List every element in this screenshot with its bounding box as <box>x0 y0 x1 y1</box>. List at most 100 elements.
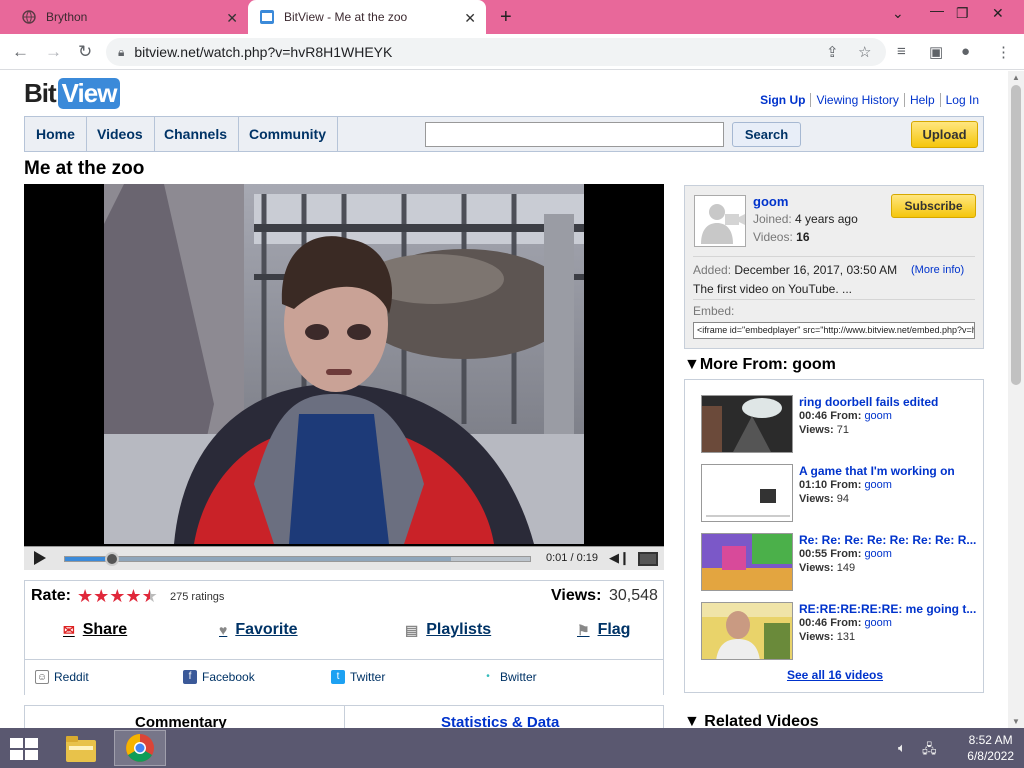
minimize-icon[interactable]: — <box>930 2 944 18</box>
video-title-link[interactable]: A game that I'm working on <box>799 464 981 478</box>
video-title-link[interactable]: RE:RE:RE:RE:RE: me going t... <box>799 602 981 616</box>
chevron-down-icon[interactable]: ⌄ <box>892 5 904 22</box>
tab-commentary[interactable]: Commentary <box>135 714 227 728</box>
nav-videos[interactable]: Videos <box>86 117 155 151</box>
tab-bitview[interactable]: BitView - Me at the zoo ✕ <box>248 0 486 34</box>
star-icon[interactable]: ★ <box>77 586 93 606</box>
video-frame[interactable] <box>104 184 584 544</box>
related-videos-heading[interactable]: ▼ Related Videos <box>684 713 819 728</box>
video-thumbnail[interactable] <box>701 464 793 522</box>
logo-bit-text: Bit <box>24 77 57 108</box>
menu-dots-icon[interactable]: ⋮ <box>996 43 1011 61</box>
views-label: Views: <box>799 493 834 505</box>
favorite-button[interactable]: ♥ Favorite <box>219 621 298 639</box>
list-item[interactable]: Re: Re: Re: Re: Re: Re: Re: R... 00:55 F… <box>701 533 981 593</box>
volume-muted-icon[interactable]: 🔈︎ <box>898 740 906 756</box>
tab-statistics[interactable]: Statistics & Data <box>441 714 559 728</box>
chrome-taskbar-button[interactable] <box>114 730 166 766</box>
play-icon[interactable] <box>34 551 46 565</box>
nav-community[interactable]: Community <box>238 117 338 151</box>
video-title-link[interactable]: ring doorbell fails edited <box>799 395 981 409</box>
close-tab-icon[interactable]: ✕ <box>464 10 476 27</box>
fullscreen-icon[interactable] <box>638 552 658 566</box>
forward-icon[interactable]: → <box>45 42 62 62</box>
uploader-avatar[interactable] <box>694 195 746 247</box>
bookmark-star-icon[interactable]: ☆ <box>858 43 871 61</box>
star-icon[interactable]: ★ <box>109 586 125 606</box>
see-all-videos-link[interactable]: See all 16 videos <box>685 668 985 682</box>
bwitter-link[interactable]: • Bwitter <box>481 670 537 684</box>
more-from-heading[interactable]: ▼More From: goom <box>684 356 836 374</box>
list-item[interactable]: ring doorbell fails edited 00:46 From: g… <box>701 395 981 455</box>
search-button[interactable]: Search <box>732 122 801 147</box>
list-item[interactable]: RE:RE:RE:RE:RE: me going t... 00:46 From… <box>701 602 981 662</box>
views-label: Views: <box>551 587 602 604</box>
url-bar[interactable]: 🔒︎ bitview.net/watch.php?v=hvR8H1WHEYK <box>106 38 886 66</box>
more-info-link[interactable]: (More info) <box>911 264 964 276</box>
share-icon[interactable]: ⇪ <box>826 43 839 61</box>
star-rating[interactable]: ★★★★★ <box>77 586 158 607</box>
media-control-icon[interactable]: ≡ <box>897 43 906 60</box>
facebook-link[interactable]: f Facebook <box>183 670 255 684</box>
page-scrollbar[interactable]: ▲ ▼ <box>1008 71 1024 728</box>
scrollbar-thumb[interactable] <box>1011 85 1021 385</box>
new-tab-icon[interactable]: + <box>500 6 512 29</box>
divider <box>693 256 975 257</box>
star-icon[interactable]: ★ <box>93 586 109 606</box>
site-logo[interactable]: Bit View <box>24 77 121 109</box>
video-thumbnail[interactable] <box>701 395 793 453</box>
flag-button[interactable]: ⚑ Flag <box>577 621 630 639</box>
playlists-button[interactable]: ▤ Playlists <box>405 621 491 639</box>
scroll-up-icon[interactable]: ▲ <box>1012 73 1020 82</box>
restore-icon[interactable]: ❐ <box>956 5 969 22</box>
side-panel-icon[interactable]: ▣ <box>929 43 943 61</box>
help-link[interactable]: Help <box>903 93 940 107</box>
seek-bar[interactable] <box>64 552 531 566</box>
reload-icon[interactable]: ↻ <box>78 42 92 62</box>
nav-home[interactable]: Home <box>25 117 87 151</box>
seek-handle[interactable] <box>104 552 119 566</box>
rating-panel: Rate: ★★★★★ 275 ratings Views: 30,548 ✉ S… <box>24 580 664 695</box>
close-tab-icon[interactable]: ✕ <box>226 10 238 27</box>
close-window-icon[interactable]: ✕ <box>992 5 1004 22</box>
sign-up-link[interactable]: Sign Up <box>755 93 810 107</box>
channel-link[interactable]: goom <box>864 479 892 491</box>
video-thumbnail[interactable] <box>701 533 793 591</box>
upload-button[interactable]: Upload <box>911 121 978 148</box>
address-toolbar: ← → ↻ 🔒︎ bitview.net/watch.php?v=hvR8H1W… <box>0 34 1024 70</box>
search-input[interactable] <box>425 122 724 147</box>
video-title-link[interactable]: Re: Re: Re: Re: Re: Re: Re: R... <box>799 533 981 547</box>
video-player[interactable]: 0:01 / 0:19 ◀︎❙ <box>24 184 664 570</box>
thumbnail-image <box>702 396 792 452</box>
subscribe-button[interactable]: Subscribe <box>891 194 976 218</box>
video-thumbnail[interactable] <box>701 602 793 660</box>
windows-start-icon[interactable] <box>10 738 38 760</box>
channel-link[interactable]: goom <box>864 548 892 560</box>
list-item[interactable]: A game that I'm working on 01:10 From: g… <box>701 464 981 524</box>
views-count: 71 <box>836 424 849 436</box>
channel-link[interactable]: goom <box>864 617 892 629</box>
network-icon[interactable]: 🖧︎ <box>922 740 937 762</box>
twitter-link[interactable]: t Twitter <box>331 670 385 684</box>
channel-link[interactable]: goom <box>864 410 892 422</box>
globe-icon <box>22 10 36 24</box>
nav-channels[interactable]: Channels <box>153 117 240 151</box>
back-icon[interactable]: ← <box>12 42 29 62</box>
star-icon[interactable]: ★ <box>142 586 158 606</box>
embed-code-field[interactable]: <iframe id="embedplayer" src="http://www… <box>693 322 975 339</box>
video-views: Views: 71 <box>799 424 849 436</box>
player-controls: 0:01 / 0:19 ◀︎❙ <box>24 546 664 570</box>
more-from-title: More From: goom <box>699 356 836 373</box>
share-button[interactable]: ✉ Share <box>63 621 127 639</box>
log-in-link[interactable]: Log In <box>939 93 984 107</box>
profile-avatar-icon[interactable]: ● <box>961 43 970 60</box>
uploader-name-link[interactable]: goom <box>753 194 788 209</box>
viewing-history-link[interactable]: Viewing History <box>810 93 904 107</box>
file-explorer-icon[interactable] <box>66 736 96 762</box>
system-clock[interactable]: 8:52 AM 6/8/2022 <box>967 733 1014 763</box>
star-icon[interactable]: ★ <box>125 586 141 606</box>
volume-icon[interactable]: ◀︎❙ <box>609 550 630 566</box>
reddit-link[interactable]: ☺ Reddit <box>35 670 89 684</box>
tab-brython[interactable]: Brython ✕ <box>8 0 248 34</box>
scroll-down-icon[interactable]: ▼ <box>1012 717 1020 726</box>
